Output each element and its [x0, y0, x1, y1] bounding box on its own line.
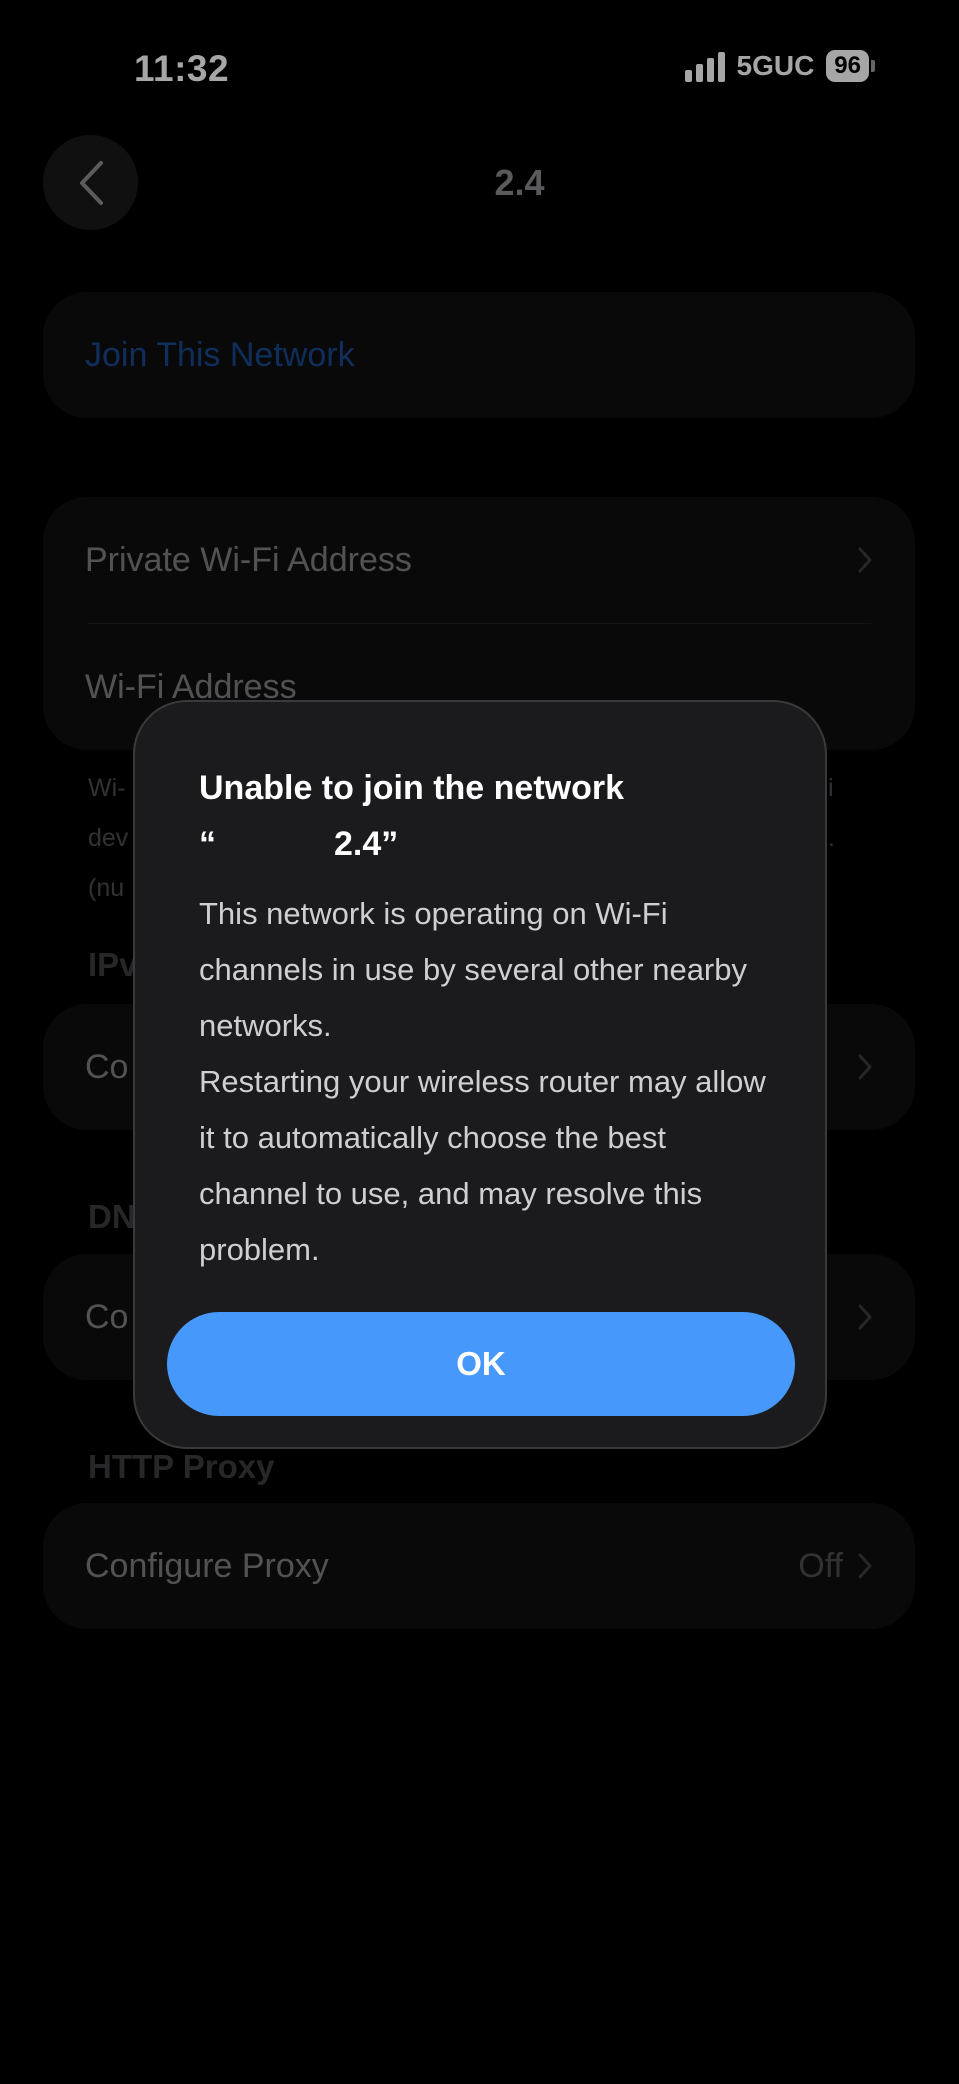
alert-title: Unable to join the network “ 2.4”	[199, 760, 779, 872]
screen: 11:32 5GUC 96 2.4 Join This Network Priv…	[0, 0, 959, 2084]
alert-title-line2: 2.4”	[334, 825, 399, 863]
alert-title-quote: “	[199, 825, 216, 863]
alert-message-line1: This network is operating on Wi-Fi chann…	[199, 896, 747, 1043]
alert-dialog: Unable to join the network “ 2.4” This ne…	[133, 700, 827, 1449]
alert-message-line2: Restarting your wireless router may allo…	[199, 1064, 766, 1267]
alert-message: This network is operating on Wi-Fi chann…	[199, 886, 779, 1278]
ok-button[interactable]: OK	[167, 1312, 795, 1416]
alert-title-line1: Unable to join the network	[199, 769, 625, 807]
